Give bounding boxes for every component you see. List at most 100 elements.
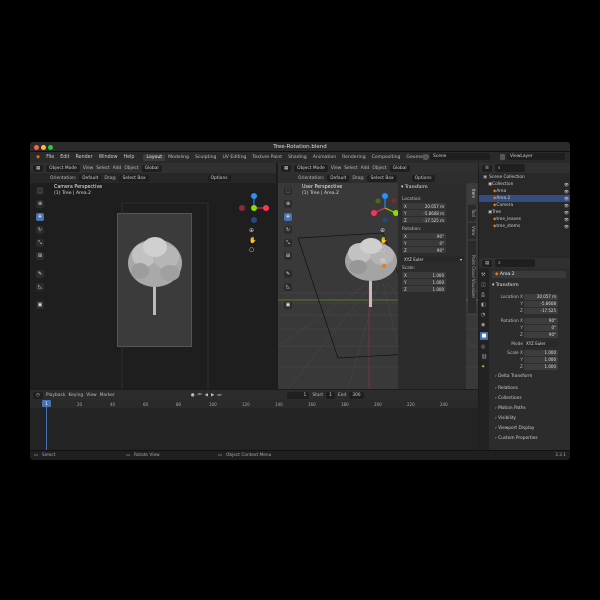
jump-start-icon[interactable]: ⏮ bbox=[198, 392, 202, 398]
motion-paths-section[interactable]: › Motion Paths bbox=[495, 406, 526, 411]
workspace-tab-layout[interactable]: Layout bbox=[143, 154, 166, 161]
left-view-menu[interactable]: View bbox=[83, 166, 93, 171]
playhead-frame-indicator[interactable]: 1 bbox=[42, 400, 51, 407]
visibility-toggle-icon[interactable]: 👁 ▣ bbox=[564, 182, 570, 187]
npanel-rotation-y[interactable]: Y 0° bbox=[402, 240, 446, 246]
outliner-item[interactable]: ◆ Area👁 ▣ bbox=[479, 188, 570, 195]
outliner-editor-icon[interactable]: ☰ bbox=[482, 164, 492, 172]
current-frame-field[interactable]: 1 bbox=[287, 391, 310, 399]
end-frame-field[interactable]: 300 bbox=[349, 391, 364, 399]
timeline-view-menu[interactable]: View bbox=[86, 393, 96, 398]
object-tab-icon[interactable]: ■ bbox=[480, 332, 488, 340]
npanel-location-y[interactable]: Y -5.8608 m bbox=[402, 210, 446, 216]
pan-view-icon[interactable]: ✋ bbox=[249, 237, 256, 244]
right-mode-selector[interactable]: Object Mode bbox=[294, 164, 328, 172]
workspace-tab-shading[interactable]: Shading bbox=[285, 154, 310, 161]
location-y-field[interactable]: -5.8608 bbox=[524, 301, 558, 307]
annotate-tool-icon[interactable]: ✎ bbox=[284, 270, 292, 278]
visibility-toggle-icon[interactable]: 👁 ▣ bbox=[564, 196, 570, 201]
object-name-field[interactable]: ◆ Area.2 bbox=[492, 271, 566, 278]
right-orientation-dropdown[interactable]: Default bbox=[327, 174, 350, 182]
camera-view-icon[interactable]: ⎔ bbox=[380, 247, 385, 254]
outliner-scene-collection[interactable]: ▣ Scene Collection bbox=[479, 174, 570, 181]
add-cube-tool-icon[interactable]: ▣ bbox=[284, 301, 292, 309]
scene-tab-icon[interactable]: ◔ bbox=[481, 312, 485, 318]
rotation-x-field[interactable]: 90° bbox=[524, 318, 558, 324]
workspace-tab-animation[interactable]: Animation bbox=[310, 154, 339, 161]
rotation-mode-dropdown[interactable]: XYZ Euler bbox=[524, 341, 558, 347]
tree-object-camera-view[interactable] bbox=[120, 233, 190, 323]
left-select-menu[interactable]: Select bbox=[96, 166, 110, 171]
npanel-location-x[interactable]: X 20.057 m bbox=[402, 203, 446, 209]
timeline-area[interactable]: 120406080100120140160180200220240 1 bbox=[30, 400, 478, 450]
tool-tab-icon[interactable]: ⚒ bbox=[481, 272, 485, 278]
constraints-tab-icon[interactable]: ⛓ bbox=[481, 354, 487, 360]
physics-tab-icon[interactable]: ◎ bbox=[481, 344, 485, 350]
right-transform-orientation[interactable]: Global bbox=[389, 164, 410, 172]
rotate-tool-icon[interactable]: ↻ bbox=[36, 226, 44, 234]
npanel-scale-y[interactable]: Y 1.000 bbox=[402, 279, 446, 285]
custom-properties-section[interactable]: › Custom Properties bbox=[495, 436, 538, 441]
play-icon[interactable]: ▶ bbox=[211, 393, 214, 398]
scale-tool-icon[interactable]: ⤡ bbox=[284, 239, 292, 247]
editor-type-icon[interactable]: ▦ bbox=[33, 164, 44, 172]
delta-transform-section[interactable]: › Delta Transform bbox=[495, 374, 532, 379]
transform-tool-icon[interactable]: ⊞ bbox=[36, 252, 44, 260]
outliner-item[interactable]: ◆ Camera👁 ▣ bbox=[479, 202, 570, 209]
viewport-display-section[interactable]: › Viewport Display bbox=[495, 426, 534, 431]
npanel-tab-item[interactable]: Item bbox=[468, 185, 476, 203]
visibility-toggle-icon[interactable]: 👁 ▣ bbox=[564, 203, 570, 208]
outliner-item[interactable]: ◆ tree_stems👁 ▣ bbox=[479, 223, 570, 230]
marker-menu[interactable]: Marker bbox=[100, 393, 115, 398]
properties-transform-header[interactable]: ▾ Transform bbox=[492, 283, 519, 288]
outliner-item[interactable]: ▣ Collection👁 ▣ bbox=[479, 181, 570, 188]
npanel-scale-z[interactable]: Z 1.000 bbox=[402, 286, 446, 292]
jump-end-icon[interactable]: ⏭ bbox=[217, 392, 221, 398]
rotate-tool-icon[interactable]: ↻ bbox=[284, 226, 292, 234]
visibility-section[interactable]: › Visibility bbox=[495, 416, 516, 421]
workspace-tab-uv-editing[interactable]: UV Editing bbox=[219, 154, 249, 161]
timeline-ruler[interactable]: 120406080100120140160180200220240 bbox=[30, 400, 478, 408]
cursor-tool-icon[interactable]: ⊕ bbox=[36, 200, 44, 208]
right-select-menu[interactable]: Select bbox=[344, 166, 358, 171]
cursor-tool-icon[interactable]: ⊕ bbox=[284, 200, 292, 208]
menu-help[interactable]: Help bbox=[121, 155, 138, 160]
view-layer-selector[interactable]: ViewLayer bbox=[507, 153, 565, 160]
blender-logo-icon[interactable]: ◉ bbox=[33, 155, 43, 160]
left-transform-orientation[interactable]: Global bbox=[141, 164, 162, 172]
right-drag-dropdown[interactable]: Select Box bbox=[367, 174, 397, 182]
scale-y-field[interactable]: 1.000 bbox=[524, 357, 558, 363]
right-view-menu[interactable]: View bbox=[331, 166, 341, 171]
transform-tool-icon[interactable]: ⊞ bbox=[284, 252, 292, 260]
menu-edit[interactable]: Edit bbox=[57, 155, 72, 160]
workspace-tab-modeling[interactable]: Modeling bbox=[165, 154, 192, 161]
right-3d-viewport[interactable]: Orientation: Default Drag: Select Box Op… bbox=[278, 173, 478, 389]
npanel-tab-tool[interactable]: Tool bbox=[468, 205, 476, 221]
rotation-y-field[interactable]: 0° bbox=[524, 325, 558, 331]
output-tab-icon[interactable]: ⎙ bbox=[481, 292, 485, 298]
right-object-menu[interactable]: Object bbox=[372, 166, 386, 171]
npanel-rotation-mode[interactable]: XYZ Euler ▾ bbox=[402, 256, 464, 262]
measure-tool-icon[interactable]: ◺ bbox=[36, 283, 44, 291]
outliner-item[interactable]: ◆ Area.2👁 ▣ bbox=[479, 195, 570, 202]
camera-view-icon[interactable]: ⎔ bbox=[249, 247, 254, 254]
outliner-filter-icon[interactable]: ⌕ bbox=[494, 164, 525, 172]
relations-section[interactable]: › Relations bbox=[495, 386, 518, 391]
play-reverse-icon[interactable]: ◀ bbox=[205, 393, 208, 398]
npanel-location-z[interactable]: Z -17.525 m bbox=[402, 217, 446, 223]
menu-render[interactable]: Render bbox=[73, 155, 96, 160]
rotation-z-field[interactable]: 90° bbox=[524, 332, 558, 338]
npanel-scale-x[interactable]: X 1.000 bbox=[402, 272, 446, 278]
start-frame-field[interactable]: 1 bbox=[326, 391, 335, 399]
right-navigation-gizmo[interactable] bbox=[368, 191, 402, 225]
left-add-menu[interactable]: Add bbox=[113, 166, 122, 171]
light-data-tab-icon[interactable]: ✦ bbox=[481, 364, 485, 370]
record-icon[interactable]: ● bbox=[191, 393, 195, 398]
location-x-field[interactable]: 20.057 m bbox=[524, 294, 558, 300]
npanel-transform-header[interactable]: ▾ Transform bbox=[401, 185, 428, 190]
select-box-tool-icon[interactable]: ⬚ bbox=[284, 187, 292, 195]
workspace-tab-texture-paint[interactable]: Texture Paint bbox=[249, 154, 285, 161]
menu-window[interactable]: Window bbox=[96, 155, 121, 160]
npanel-rotation-x[interactable]: X 90° bbox=[402, 233, 446, 239]
scene-selector[interactable]: Scene bbox=[430, 153, 490, 160]
